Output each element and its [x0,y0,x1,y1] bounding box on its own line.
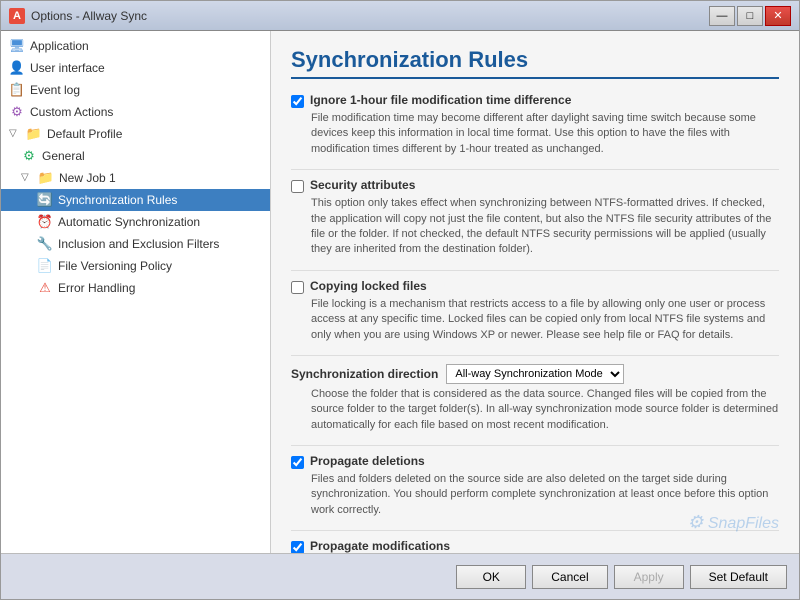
sidebar-label-auto-sync: Automatic Synchronization [58,215,200,229]
sync-direction-row: Synchronization direction All-way Synchr… [291,364,779,384]
application-icon: 🖥 [9,38,25,54]
desc-sync-direction: Choose the folder that is considered as … [311,387,779,433]
expand-icon-new-job-1: ▽ [21,172,33,184]
label-security-attributes: Security attributes [310,178,415,192]
option-copying-locked: Copying locked files File locking is a m… [291,279,779,343]
user-interface-icon: 👤 [9,60,25,76]
checkbox-security-attributes[interactable] [291,180,304,193]
desc-security-attributes: This option only takes effect when synch… [311,196,779,258]
window-controls: — □ ✕ [709,6,791,26]
sidebar-item-sync-rules[interactable]: 🔄 Synchronization Rules [1,189,270,211]
sidebar-label-sync-rules: Synchronization Rules [58,193,177,207]
checkbox-copying-locked[interactable] [291,281,304,294]
content-panel: Synchronization Rules Ignore 1-hour file… [271,31,799,553]
maximize-button[interactable]: □ [737,6,763,26]
divider-3 [291,355,779,356]
sidebar-item-file-versioning[interactable]: 📄 File Versioning Policy [1,255,270,277]
label-propagate-modifications: Propagate modifications [310,539,450,553]
sidebar-item-default-profile[interactable]: ▽ 📁 Default Profile [1,123,270,145]
desc-propagate-deletions: Files and folders deleted on the source … [311,472,779,518]
sync-rules-icon: 🔄 [37,192,53,208]
sidebar-item-user-interface[interactable]: 👤 User interface [1,57,270,79]
option-propagate-deletions: Propagate deletions Files and folders de… [291,454,779,518]
filter-icon: 🔧 [37,236,53,252]
sidebar-label-new-job-1: New Job 1 [59,171,116,185]
sidebar-label-user-interface: User interface [30,61,105,75]
main-content: 🖥 Application 👤 User interface 📋 Event l… [1,31,799,553]
sidebar: 🖥 Application 👤 User interface 📋 Event l… [1,31,271,553]
checkbox-ignore-1hour[interactable] [291,95,304,108]
sidebar-item-new-job-1[interactable]: ▽ 📁 New Job 1 [1,167,270,189]
cancel-button[interactable]: Cancel [532,565,607,589]
checkbox-propagate-deletions[interactable] [291,456,304,469]
option-propagate-modifications-header: Propagate modifications [291,539,779,553]
set-default-button[interactable]: Set Default [690,565,787,589]
sidebar-label-default-profile: Default Profile [47,127,122,141]
window-title: Options - Allway Sync [31,9,147,23]
divider-1 [291,169,779,170]
option-propagate-deletions-header: Propagate deletions [291,454,779,469]
minimize-button[interactable]: — [709,6,735,26]
sidebar-label-inclusion-exclusion: Inclusion and Exclusion Filters [58,237,219,251]
event-log-icon: 📋 [9,82,25,98]
default-profile-icon: 📁 [26,126,42,142]
title-bar: A Options - Allway Sync — □ ✕ [1,1,799,31]
option-propagate-modifications: Propagate modifications Files and folder… [291,539,779,553]
title-bar-left: A Options - Allway Sync [9,8,147,24]
option-ignore-1hour-header: Ignore 1-hour file modification time dif… [291,93,779,108]
label-ignore-1hour: Ignore 1-hour file modification time dif… [310,93,571,107]
sidebar-label-custom-actions: Custom Actions [30,105,113,119]
sidebar-label-general: General [42,149,85,163]
divider-2 [291,270,779,271]
sidebar-label-event-log: Event log [30,83,80,97]
option-sync-direction: Synchronization direction All-way Synchr… [291,364,779,433]
sidebar-label-file-versioning: File Versioning Policy [58,259,172,273]
sidebar-item-error-handling[interactable]: ⚠ Error Handling [1,277,270,299]
general-icon: ⚙ [21,148,37,164]
apply-button[interactable]: Apply [614,565,684,589]
sidebar-item-auto-sync[interactable]: ⏰ Automatic Synchronization [1,211,270,233]
custom-actions-icon: ⚙ [9,104,25,120]
option-ignore-1hour: Ignore 1-hour file modification time dif… [291,93,779,157]
option-copying-locked-header: Copying locked files [291,279,779,294]
option-security-header: Security attributes [291,178,779,193]
checkbox-propagate-modifications[interactable] [291,541,304,553]
sidebar-item-inclusion-exclusion[interactable]: 🔧 Inclusion and Exclusion Filters [1,233,270,255]
option-security-attributes: Security attributes This option only tak… [291,178,779,258]
sync-direction-select[interactable]: All-way Synchronization Mode Left to Rig… [446,364,624,384]
desc-copying-locked: File locking is a mechanism that restric… [311,297,779,343]
page-title: Synchronization Rules [291,47,779,79]
sidebar-label-error-handling: Error Handling [58,281,135,295]
sidebar-item-custom-actions[interactable]: ⚙ Custom Actions [1,101,270,123]
divider-5 [291,530,779,531]
file-versioning-icon: 📄 [37,258,53,274]
desc-ignore-1hour: File modification time may become differ… [311,111,779,157]
error-handling-icon: ⚠ [37,280,53,296]
sidebar-label-application: Application [30,39,89,53]
new-job-1-icon: 📁 [38,170,54,186]
auto-sync-icon: ⏰ [37,214,53,230]
options-window: A Options - Allway Sync — □ ✕ 🖥 Applicat… [0,0,800,600]
label-propagate-deletions: Propagate deletions [310,454,425,468]
sync-direction-label: Synchronization direction [291,367,438,381]
label-copying-locked: Copying locked files [310,279,427,293]
sidebar-item-event-log[interactable]: 📋 Event log [1,79,270,101]
sidebar-item-general[interactable]: ⚙ General [1,145,270,167]
app-icon: A [9,8,25,24]
footer: OK Cancel Apply Set Default [1,553,799,599]
ok-button[interactable]: OK [456,565,526,589]
divider-4 [291,445,779,446]
sidebar-item-application[interactable]: 🖥 Application [1,35,270,57]
expand-icon-default-profile: ▽ [9,128,21,140]
close-button[interactable]: ✕ [765,6,791,26]
